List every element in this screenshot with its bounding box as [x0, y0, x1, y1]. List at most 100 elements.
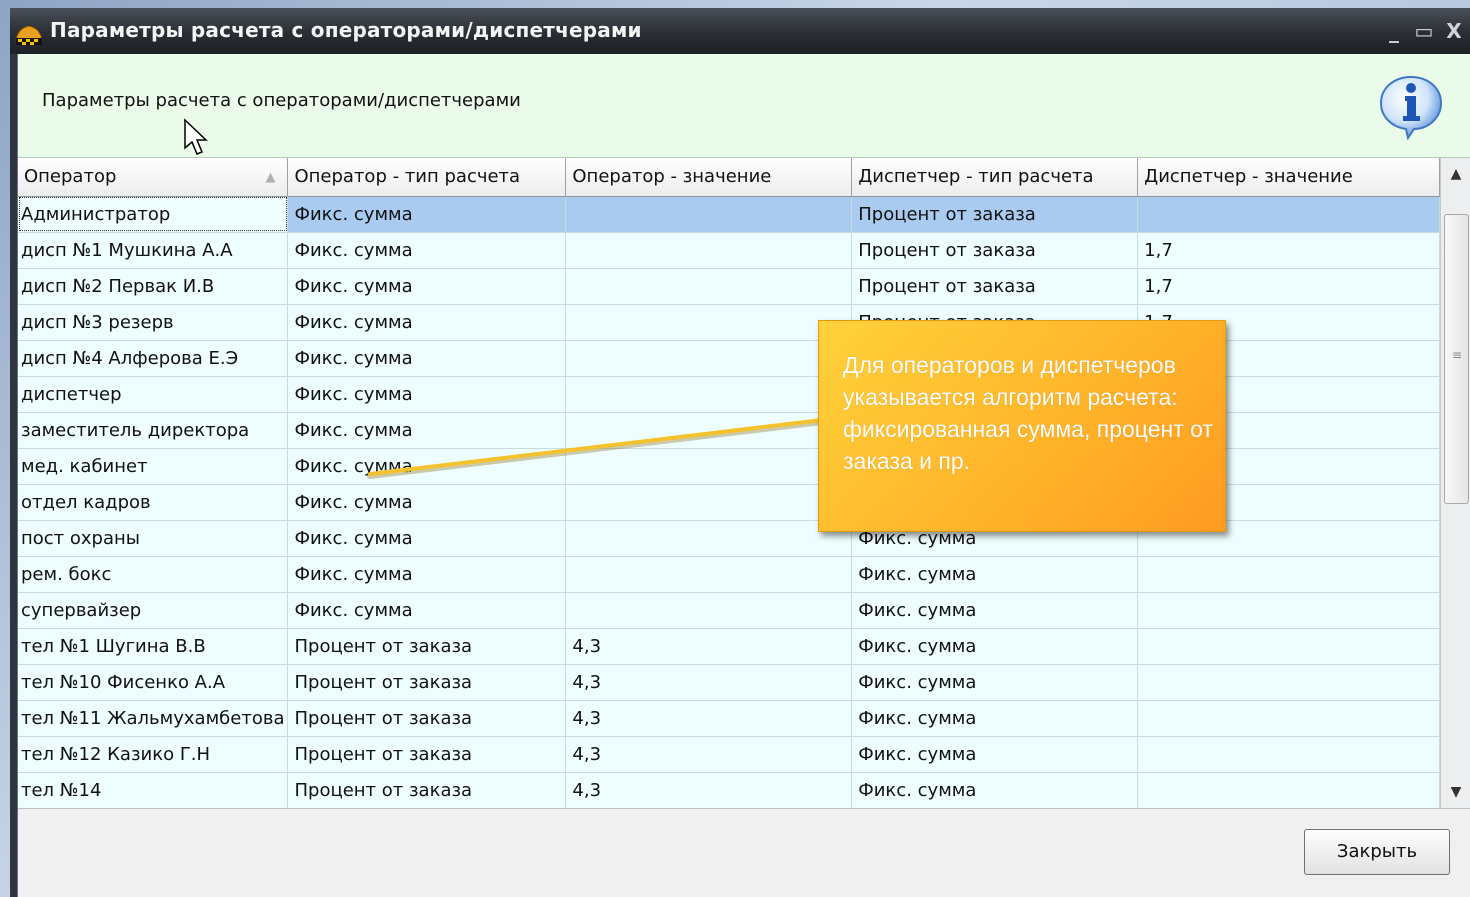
table-cell[interactable]: дисп №3 резерв [18, 304, 289, 341]
table-cell[interactable]: Фикс. сумма [287, 304, 567, 341]
scroll-up-icon[interactable]: ▲ [1445, 162, 1467, 186]
close-window-button[interactable]: X [1442, 18, 1466, 44]
table-cell[interactable]: 1,7 [1137, 232, 1440, 269]
table-row[interactable]: дисп №2 Первак И.В Фикс. сумма Процент от … [18, 268, 1440, 305]
table-cell[interactable] [1137, 664, 1440, 701]
table-cell[interactable]: Процент от заказа [287, 700, 567, 737]
table-cell[interactable] [565, 232, 853, 269]
table-row[interactable]: мед. кабинет Фикс. сумма [18, 448, 1440, 485]
table-cell[interactable]: 4,3 [565, 700, 853, 737]
table-cell[interactable]: Процент от заказа [287, 772, 567, 808]
table-row[interactable]: тел №14 Процент от заказа 4,3 Фикс. сумма [18, 772, 1440, 808]
table-cell[interactable]: Фикс. сумма [287, 520, 567, 557]
table-cell[interactable]: Фикс. сумма [287, 376, 567, 413]
table-cell[interactable]: Процент от заказа [851, 196, 1139, 233]
table-cell[interactable] [565, 448, 853, 485]
table-cell[interactable] [565, 268, 853, 305]
table-cell[interactable]: тел №10 Фисенко А.А [18, 664, 289, 701]
table-cell[interactable]: Фикс. сумма [287, 484, 567, 521]
table-cell[interactable]: Фикс. сумма [287, 592, 567, 629]
column-header-dispatcher-calc-type[interactable]: Диспетчер - тип расчета [851, 158, 1139, 197]
table-row[interactable]: заместитель директора Фикс. сумма [18, 412, 1440, 449]
table-cell[interactable]: Фикс. сумма [287, 448, 567, 485]
table-cell[interactable]: заместитель директора [18, 412, 289, 449]
table-row[interactable]: дисп №1 Мушкина А.А Фикс. сумма Процент от… [18, 232, 1440, 269]
table-cell[interactable]: Фикс. сумма [287, 412, 567, 449]
table-cell[interactable] [1137, 556, 1440, 593]
column-header-operator-value[interactable]: Оператор - значение [565, 158, 853, 197]
table-row[interactable]: диспетчер Фикс. сумма [18, 376, 1440, 413]
table-row[interactable]: Администратор Фикс. сумма Процент от заказ… [18, 196, 1440, 233]
table-cell[interactable]: Фикс. сумма [287, 232, 567, 269]
scrollbar-thumb[interactable]: ≡ [1444, 214, 1469, 504]
table-row[interactable]: пост охраны Фикс. сумма Фикс. сумма [18, 520, 1440, 557]
table-cell[interactable]: дисп №2 Первак И.В [18, 268, 289, 305]
table-row[interactable]: дисп №3 резервФикс. суммаПроцент от зака… [18, 304, 1440, 341]
table-cell[interactable] [1137, 196, 1440, 233]
table-cell[interactable]: Администратор [18, 196, 289, 233]
table-cell[interactable]: отдел кадров [18, 484, 289, 521]
table-cell[interactable]: тел №14 [18, 772, 289, 808]
table-cell[interactable]: Фикс. сумма [851, 700, 1139, 737]
table-cell[interactable]: дисп №4 Алферова Е.Э [18, 340, 289, 377]
table-cell[interactable]: Процент от заказа [851, 232, 1139, 269]
table-cell[interactable]: Фикс. сумма [851, 592, 1139, 629]
table-cell[interactable]: 4,3 [565, 664, 853, 701]
column-header-dispatcher-value[interactable]: Диспетчер - значение [1137, 158, 1440, 197]
table-cell[interactable] [1137, 736, 1440, 773]
table-cell[interactable]: тел №12 Казико Г.Н [18, 736, 289, 773]
table-cell[interactable]: 4,3 [565, 772, 853, 808]
table-cell[interactable]: Фикс. сумма [287, 196, 567, 233]
table-cell[interactable]: Фикс. сумма [851, 628, 1139, 665]
table-row[interactable]: супервайзер Фикс. сумма Фикс. сумма [18, 592, 1440, 629]
table-cell[interactable]: тел №11 Жальмухамбетова [18, 700, 289, 737]
table-cell[interactable]: пост охраны [18, 520, 289, 557]
table-row[interactable]: тел №1 Шугина В.В Процент от заказа 4,3 Фик… [18, 628, 1440, 665]
table-cell[interactable]: Процент от заказа [287, 664, 567, 701]
table-cell[interactable]: Фикс. сумма [851, 556, 1139, 593]
table-cell[interactable] [1137, 628, 1440, 665]
table-row[interactable]: тел №10 Фисенко А.А Процент от заказа 4,3 Ф… [18, 664, 1440, 701]
table-cell[interactable]: рем. бокс [18, 556, 289, 593]
table-cell[interactable]: Фикс. сумма [851, 736, 1139, 773]
table-row[interactable]: рем. бокс Фикс. сумма Фикс. сумма [18, 556, 1440, 593]
table-cell[interactable]: Фикс. сумма [287, 268, 567, 305]
table-cell[interactable]: 4,3 [565, 628, 853, 665]
table-cell[interactable]: диспетчер [18, 376, 289, 413]
table-cell[interactable] [1137, 700, 1440, 737]
table-cell[interactable] [565, 340, 853, 377]
table-cell[interactable]: Фикс. сумма [287, 340, 567, 377]
table-row[interactable]: тел №12 Казико Г.Н Процент от заказа 4,3 Фи… [18, 736, 1440, 773]
table-cell[interactable]: Фикс. сумма [851, 664, 1139, 701]
table-cell[interactable] [565, 592, 853, 629]
table-row[interactable]: дисп №4 Алферова Е.Э Фикс. сумма [18, 340, 1440, 377]
column-header-operator[interactable]: Оператор ▲ [18, 158, 289, 197]
close-button[interactable]: Закрыть [1304, 829, 1450, 875]
table-cell[interactable] [565, 376, 853, 413]
table-cell[interactable]: Фикс. сумма [287, 556, 567, 593]
column-header-operator-calc-type[interactable]: Оператор - тип расчета [287, 158, 567, 197]
table-cell[interactable]: Процент от заказа [851, 268, 1139, 305]
table-cell[interactable] [565, 412, 853, 449]
table-cell[interactable]: 1,7 [1137, 268, 1440, 305]
table-cell[interactable]: Фикс. сумма [851, 772, 1139, 808]
table-row[interactable]: отдел кадров Фикс. сумма [18, 484, 1440, 521]
table-cell[interactable] [565, 304, 853, 341]
table-cell[interactable]: дисп №1 Мушкина А.А [18, 232, 289, 269]
table-cell[interactable]: тел №1 Шугина В.В [18, 628, 289, 665]
table-cell[interactable] [565, 520, 853, 557]
table-cell[interactable] [565, 484, 853, 521]
table-cell[interactable]: 4,3 [565, 736, 853, 773]
table-cell[interactable]: мед. кабинет [18, 448, 289, 485]
table-row[interactable]: тел №11 Жальмухамбетова Процент от заказа… [18, 700, 1440, 737]
table-cell[interactable] [565, 556, 853, 593]
vertical-scrollbar[interactable]: ▲ ≡ ▼ [1440, 158, 1470, 808]
title-bar[interactable]: Параметры расчета с операторами/диспетче… [10, 8, 1470, 54]
scroll-down-icon[interactable]: ▼ [1445, 780, 1467, 804]
table-cell[interactable]: Процент от заказа [287, 628, 567, 665]
table-cell[interactable] [1137, 592, 1440, 629]
maximize-button[interactable]: ▭ [1412, 18, 1436, 44]
table-cell[interactable]: супервайзер [18, 592, 289, 629]
table-cell[interactable] [565, 196, 853, 233]
table-cell[interactable]: Процент от заказа [287, 736, 567, 773]
